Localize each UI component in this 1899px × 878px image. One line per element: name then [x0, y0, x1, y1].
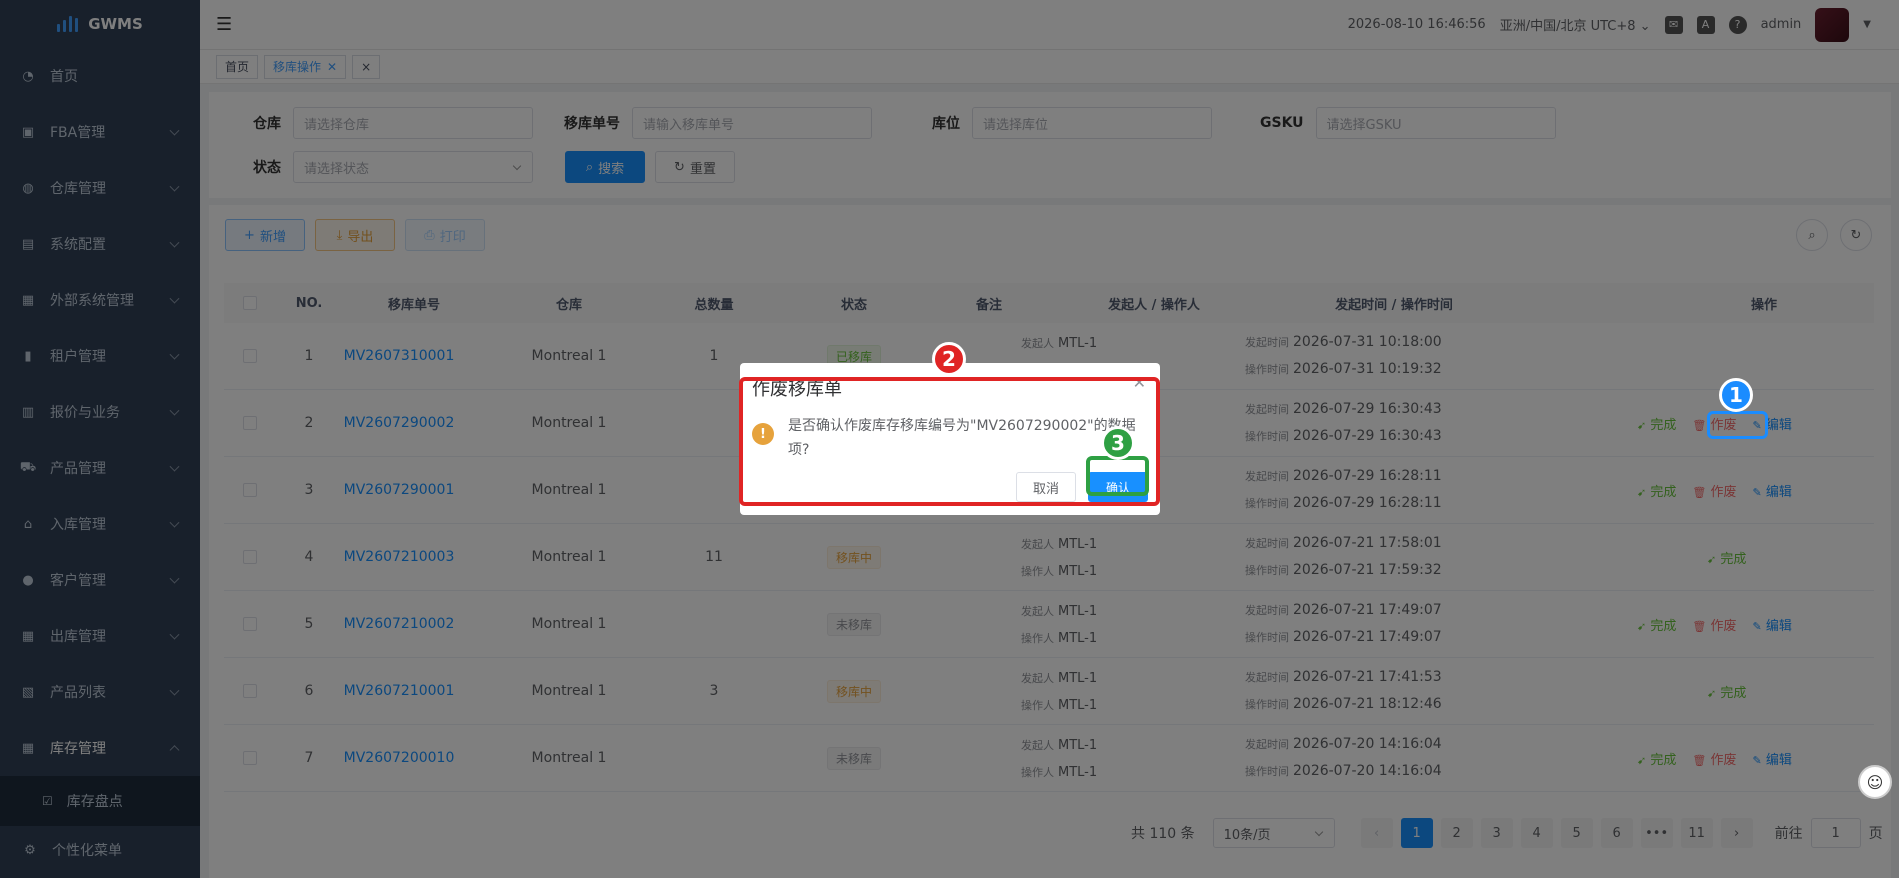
- annotation-marker-1: 1: [1719, 378, 1753, 412]
- annotation-box-3: [1086, 456, 1149, 496]
- assistant-avatar-icon[interactable]: ☺: [1858, 765, 1892, 799]
- annotation-marker-2: 2: [932, 342, 966, 376]
- annotation-box-1: [1707, 411, 1768, 439]
- annotation-marker-3: 3: [1101, 426, 1135, 460]
